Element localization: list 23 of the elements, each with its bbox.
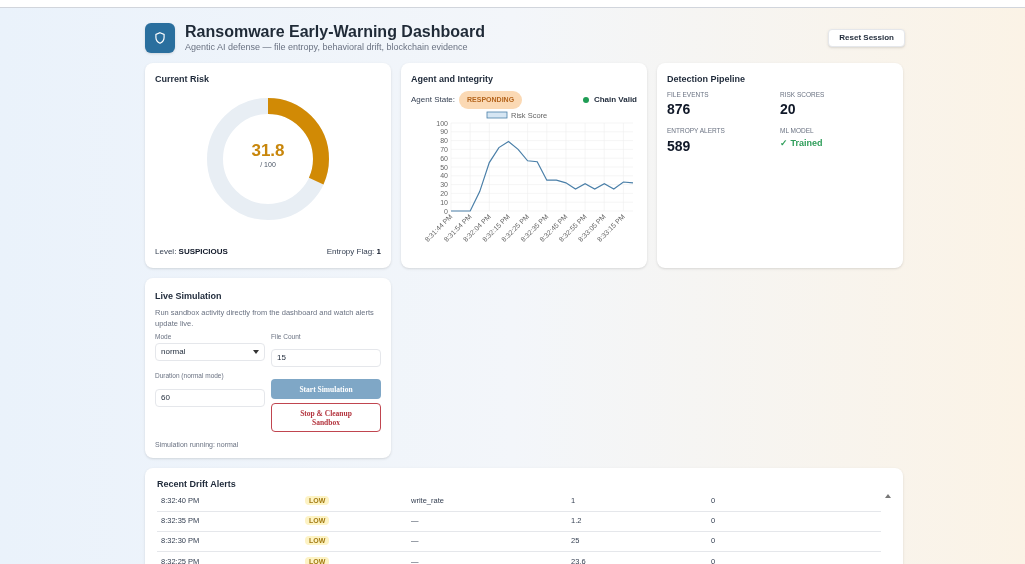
risk-level-text: Level: SUSPICIOUS	[155, 246, 228, 258]
scroll-up-icon[interactable]	[885, 494, 891, 498]
card-title: Live Simulation	[155, 290, 223, 303]
dashboard-subtitle: Agentic AI defense — file entropy, behavioral drift, blockchain evidence	[185, 41, 469, 53]
file-count-field[interactable]: 15	[271, 348, 381, 367]
card-title: Detection Pipeline	[667, 73, 747, 86]
duration-field[interactable]: 60	[155, 388, 265, 407]
risk-score: 31.8	[251, 142, 285, 160]
shield-logo-icon	[145, 23, 175, 53]
dashboard-title: Ransomware Early-Warning Dashboard	[185, 23, 486, 41]
agent-state-label: Agent State:	[411, 93, 456, 106]
chain-status: Chain Valid	[593, 93, 637, 106]
stat-value: 876	[667, 100, 692, 120]
model-status: ✓ Trained	[780, 137, 824, 150]
card-title: Recent Drift Alerts	[157, 478, 237, 491]
entropy-flag-text: Entropy Flag: 1	[326, 246, 381, 258]
stat-value: 20	[780, 100, 797, 120]
reset-session-button[interactable]: Reset Session	[828, 29, 905, 47]
card-title: Current Risk	[155, 73, 210, 86]
chevron-down-icon	[253, 350, 259, 355]
mode-select[interactable]: normal	[155, 343, 265, 362]
card-title: Agent and Integrity	[411, 73, 494, 86]
stat-value: 589	[667, 137, 692, 156]
